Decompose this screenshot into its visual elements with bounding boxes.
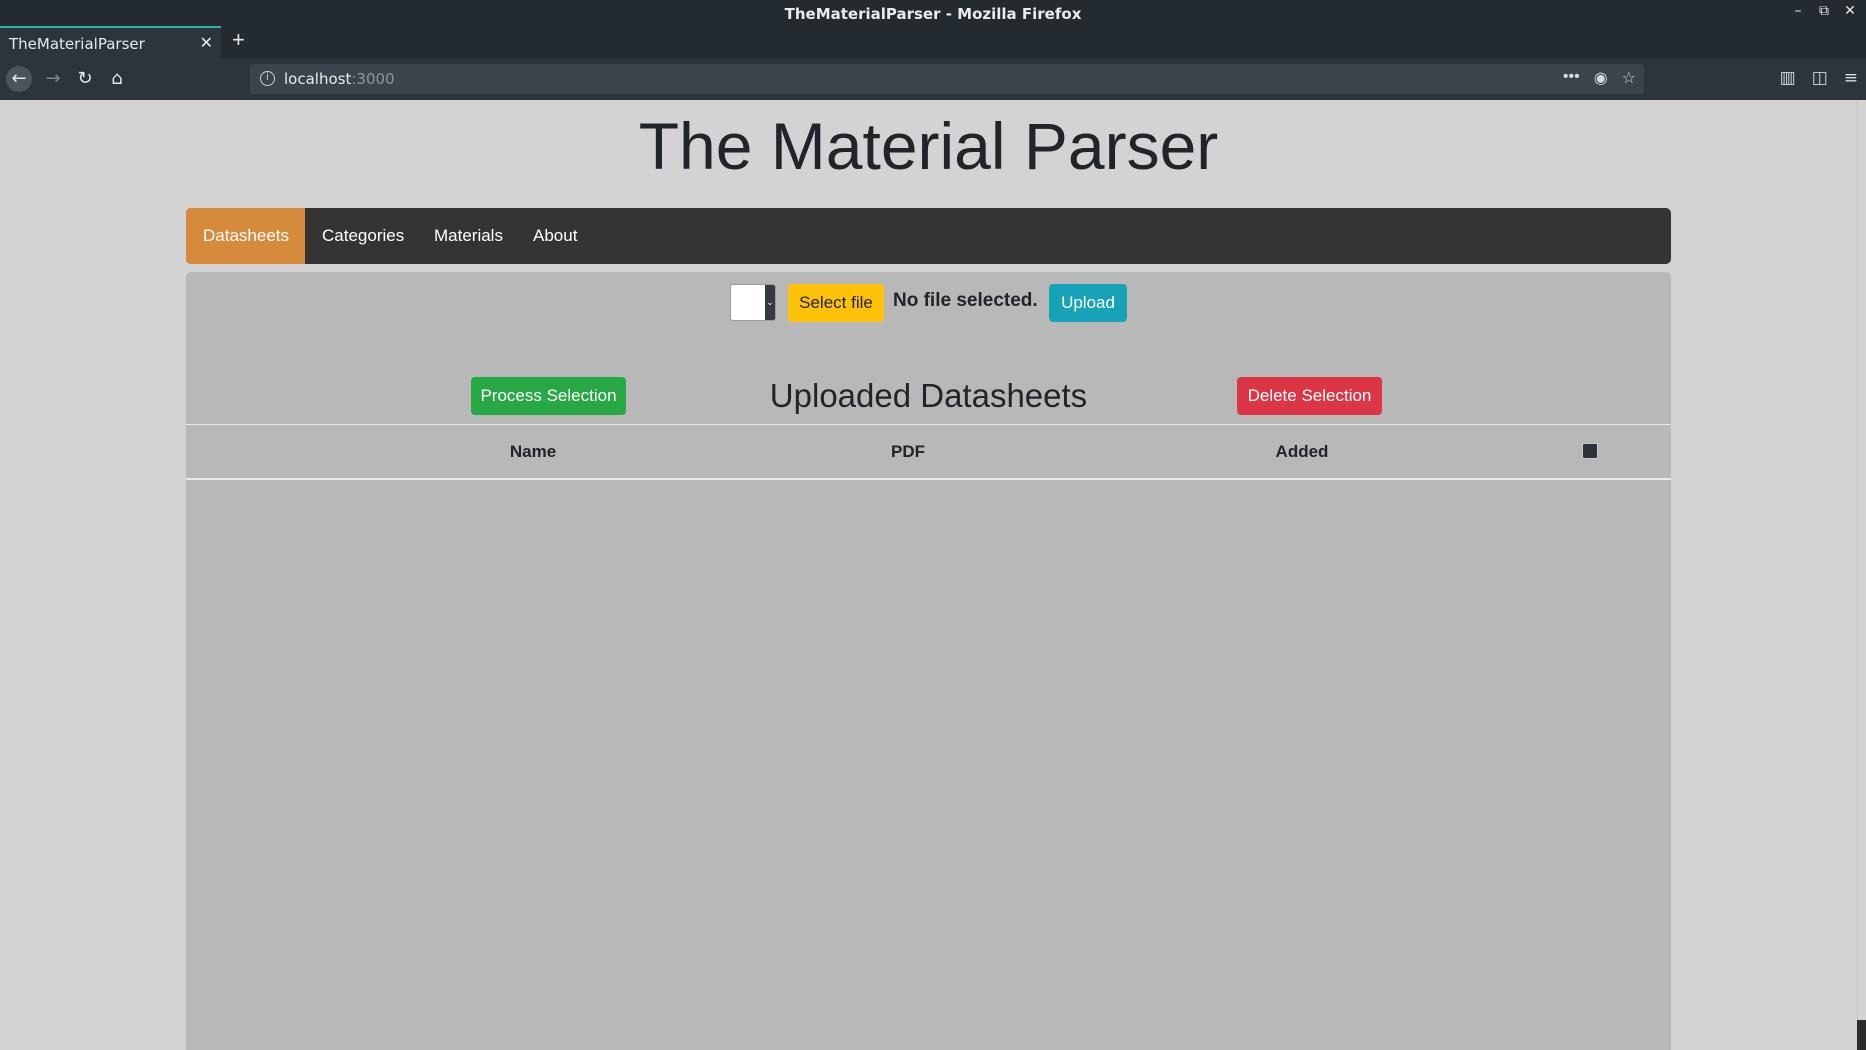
minimize-icon[interactable]: –	[1790, 3, 1806, 19]
tab-title: TheMaterialParser	[9, 35, 145, 53]
nav-categories[interactable]: Categories	[305, 208, 421, 264]
nav-datasheets[interactable]: Datasheets	[186, 208, 305, 264]
site-info-icon[interactable]: i	[260, 71, 275, 86]
select-file-button[interactable]: Select file	[788, 284, 884, 322]
page-viewport: The Material Parser Datasheets Categorie…	[0, 100, 1866, 1050]
url-host: localhost	[284, 70, 352, 88]
url-port: :3000	[351, 70, 395, 88]
url-actions: ••• ◉ ☆	[1563, 68, 1636, 88]
nav-materials[interactable]: Materials	[417, 208, 520, 264]
page-scrollbar[interactable]	[1857, 100, 1866, 1050]
section-title: Uploaded Datasheets	[769, 377, 1088, 414]
window-titlebar: TheMaterialParser - Mozilla Firefox – ⧉ …	[0, 0, 1866, 26]
tab-bar: TheMaterialParser ✕ +	[0, 26, 1866, 58]
page-title: The Material Parser	[638, 109, 1219, 183]
column-header-added[interactable]: Added	[1276, 442, 1329, 462]
maximize-icon[interactable]: ⧉	[1816, 3, 1832, 19]
file-input[interactable]: ⌄	[730, 284, 776, 321]
file-status: No file selected.	[893, 290, 1038, 311]
file-input-dropdown-icon[interactable]: ⌄	[765, 285, 775, 320]
url-text[interactable]: localhost:3000	[284, 70, 395, 88]
more-actions-icon[interactable]: •••	[1563, 68, 1580, 88]
url-bar[interactable]: i localhost:3000 ••• ◉ ☆	[250, 64, 1644, 94]
close-window-icon[interactable]: ✕	[1842, 3, 1858, 19]
scrollbar-thumb[interactable]	[1857, 1020, 1866, 1050]
column-header-name[interactable]: Name	[510, 442, 556, 462]
upload-button[interactable]: Upload	[1049, 284, 1127, 322]
process-selection-button[interactable]: Process Selection	[471, 377, 626, 415]
reload-icon[interactable]: ↻	[72, 66, 98, 92]
back-arrow-icon[interactable]: ←	[6, 66, 32, 92]
tab-close-icon[interactable]: ✕	[200, 33, 213, 53]
bookmark-star-icon[interactable]: ☆	[1622, 68, 1636, 88]
table-header: Name PDF Added	[186, 424, 1671, 480]
menu-icon[interactable]: ≡	[1844, 68, 1858, 88]
library-icon[interactable]: ▥	[1780, 68, 1796, 88]
forward-arrow-icon[interactable]: →	[40, 66, 66, 92]
pocket-icon[interactable]: ◉	[1594, 68, 1608, 88]
datasheets-card: ⌄ Select file No file selected. Upload U…	[186, 272, 1671, 1050]
main-nav: Datasheets Categories Materials About	[186, 208, 1671, 264]
new-tab-icon[interactable]: +	[232, 27, 245, 53]
window-controls: – ⧉ ✕	[1790, 3, 1858, 19]
select-all-checkbox[interactable]	[1582, 443, 1598, 459]
datasheets-table: Name PDF Added	[186, 424, 1671, 480]
delete-selection-button[interactable]: Delete Selection	[1237, 377, 1382, 415]
window-title: TheMaterialParser - Mozilla Firefox	[784, 5, 1082, 23]
nav-about[interactable]: About	[516, 208, 594, 264]
toolbar-right: ▥ ◫ ≡	[1780, 68, 1858, 88]
column-header-pdf[interactable]: PDF	[891, 442, 925, 462]
upload-row: ⌄ Select file No file selected. Upload	[186, 284, 1671, 322]
browser-toolbar: ← → ↻ ⌂ i localhost:3000 ••• ◉ ☆ ▥ ◫ ≡	[0, 58, 1866, 100]
browser-tab[interactable]: TheMaterialParser ✕	[0, 26, 221, 58]
home-icon[interactable]: ⌂	[104, 66, 130, 92]
sidebar-icon[interactable]: ◫	[1812, 68, 1828, 88]
